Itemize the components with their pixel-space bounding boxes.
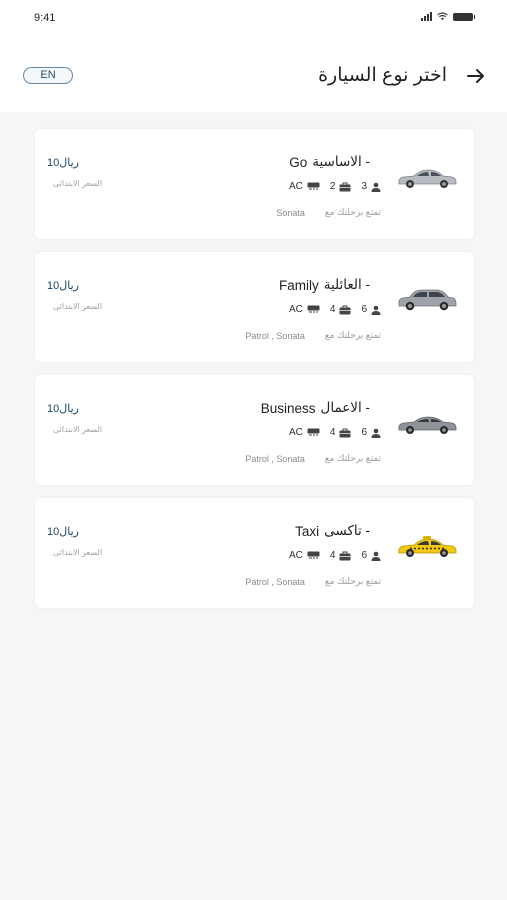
- ac-feature: AC: [289, 304, 320, 315]
- enjoy-row: Sonata تمتع برحلتك مع: [276, 207, 381, 218]
- ac-icon: [307, 305, 320, 313]
- start-price-label: السعر الابتدائى: [53, 548, 103, 557]
- bags-feature: 4: [330, 304, 352, 315]
- wifi-icon: [437, 12, 448, 21]
- signal-icon: [421, 12, 432, 21]
- car-name-en: Go: [289, 154, 308, 170]
- page-title: اختر نوع السيارة: [318, 65, 447, 86]
- car-features: AC 2 3: [289, 181, 381, 192]
- ac-label: AC: [288, 181, 303, 192]
- start-price-label: السعر الابتدائى: [53, 302, 103, 311]
- yellow-taxi-image: [398, 536, 457, 557]
- passengers-feature: 6: [361, 550, 381, 561]
- car-card-go[interactable]: Go - الاساسية AC 2 3 Sonata تمتع برحلتك …: [35, 129, 474, 239]
- ac-icon: [307, 551, 320, 559]
- ac-icon: [307, 428, 320, 436]
- person-icon: [371, 305, 381, 315]
- price: 10ريال: [47, 157, 79, 169]
- ac-feature: AC: [289, 550, 320, 561]
- passengers-feature: 6: [361, 304, 381, 315]
- passengers-count: 6: [361, 304, 367, 315]
- bags-feature: 4: [330, 427, 352, 438]
- enjoy-row: Patrol , Sonata تمتع برحلتك مع: [245, 453, 381, 464]
- briefcase-icon: [339, 551, 351, 560]
- passengers-feature: 3: [361, 181, 381, 192]
- passengers-feature: 6: [361, 427, 381, 438]
- enjoy-row: Patrol , Sonata تمتع برحلتك مع: [245, 576, 381, 587]
- bags-feature: 4: [330, 550, 352, 561]
- car-name-en: Taxi: [295, 523, 320, 539]
- person-icon: [371, 182, 381, 192]
- car-models: Patrol , Sonata: [245, 330, 305, 341]
- car-name-ar: - العائلية: [323, 277, 370, 292]
- status-bar: 9:41: [0, 0, 507, 40]
- car-models: Patrol , Sonata: [245, 453, 305, 464]
- ac-icon: [307, 182, 320, 190]
- bags-count: 4: [329, 550, 336, 561]
- grey-suv-image: [398, 289, 457, 311]
- header: EN اختر نوع السيارة: [0, 40, 507, 112]
- car-models: Patrol , Sonata: [245, 576, 305, 587]
- enjoy-text: تمتع برحلتك مع: [324, 453, 381, 463]
- car-name: Family - العائلية: [279, 277, 370, 293]
- car-name: Taxi - تاكسى: [295, 523, 370, 539]
- price: 10ريال: [47, 526, 79, 538]
- car-name-en: Family: [278, 277, 319, 293]
- car-card-business[interactable]: Business - الاعمال AC 4 6 Patrol , Sonat…: [35, 375, 474, 485]
- ac-label: AC: [288, 304, 303, 315]
- passengers-count: 3: [361, 181, 367, 192]
- person-icon: [371, 428, 381, 438]
- briefcase-icon: [339, 305, 351, 314]
- car-models: Sonata: [276, 207, 305, 218]
- person-icon: [371, 551, 381, 561]
- car-name: Business - الاعمال: [261, 400, 370, 416]
- ac-feature: AC: [289, 427, 320, 438]
- language-button[interactable]: EN: [23, 67, 73, 84]
- passengers-count: 6: [361, 550, 367, 561]
- car-features: AC 4 6: [289, 427, 381, 438]
- start-price-label: السعر الابتدائى: [53, 425, 103, 434]
- enjoy-row: Patrol , Sonata تمتع برحلتك مع: [245, 330, 381, 341]
- car-card-taxi[interactable]: Taxi - تاكسى AC 4 6 Patrol , Sonata تمتع…: [35, 498, 474, 608]
- status-time: 9:41: [34, 12, 56, 24]
- briefcase-icon: [339, 428, 351, 437]
- enjoy-text: تمتع برحلتك مع: [324, 576, 381, 586]
- enjoy-text: تمتع برحلتك مع: [324, 207, 381, 217]
- car-name-ar: - تاكسى: [324, 523, 370, 538]
- passengers-count: 6: [361, 427, 367, 438]
- car-name: Go - الاساسية: [289, 154, 370, 170]
- briefcase-icon: [339, 182, 351, 191]
- car-features: AC 4 6: [289, 304, 381, 315]
- car-features: AC 4 6: [289, 550, 381, 561]
- bags-count: 4: [329, 427, 336, 438]
- car-name-en: Business: [260, 400, 316, 416]
- grey-sedan-image: [398, 416, 457, 434]
- ac-feature: AC: [289, 181, 320, 192]
- bags-count: 4: [329, 304, 336, 315]
- status-icons: [421, 12, 475, 21]
- start-price-label: السعر الابتدائى: [53, 179, 103, 188]
- ac-label: AC: [288, 550, 303, 561]
- car-card-family[interactable]: Family - العائلية AC 4 6 Patrol , Sonata…: [35, 252, 474, 362]
- bags-count: 2: [329, 181, 336, 192]
- price: 10ريال: [47, 280, 79, 292]
- car-name-ar: - الاعمال: [320, 400, 370, 415]
- bags-feature: 2: [330, 181, 352, 192]
- enjoy-text: تمتع برحلتك مع: [324, 330, 381, 340]
- battery-icon: [453, 12, 475, 21]
- ac-label: AC: [288, 427, 303, 438]
- silver-sedan-image: [398, 169, 457, 188]
- price: 10ريال: [47, 403, 79, 415]
- arrow-right-icon[interactable]: [467, 68, 485, 84]
- car-name-ar: - الاساسية: [312, 154, 370, 169]
